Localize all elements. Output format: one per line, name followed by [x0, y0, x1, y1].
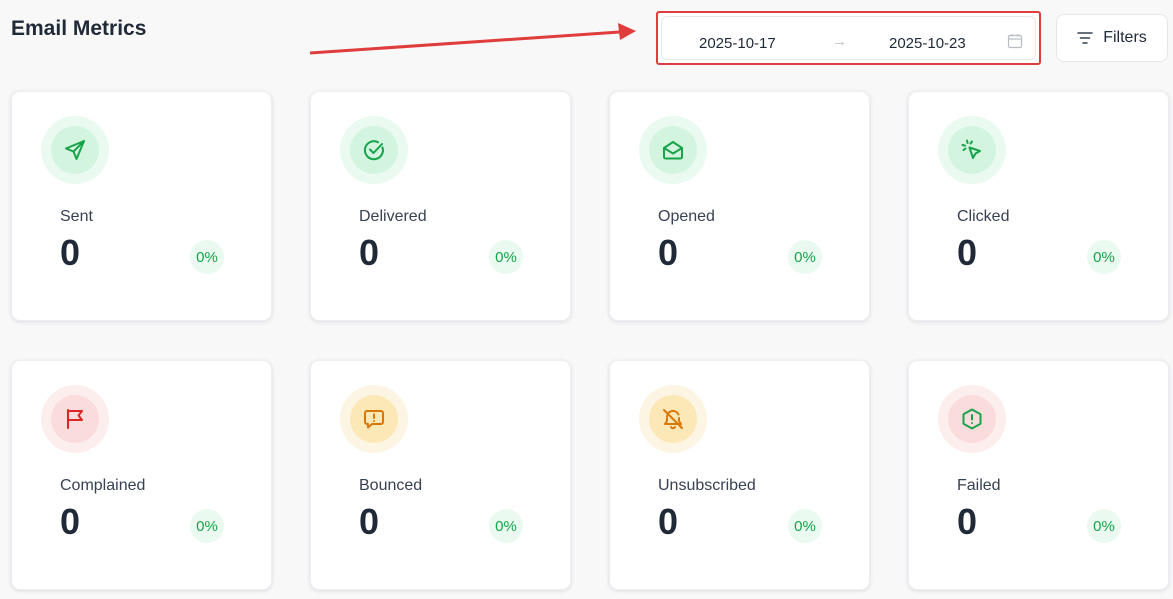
date-start-input[interactable]: 2025-10-17 [699, 35, 776, 52]
metric-value: 0 [60, 232, 81, 273]
metric-label: Clicked [957, 208, 1010, 225]
metric-card-clicked: Clicked 0 0% [908, 91, 1169, 321]
metric-card-delivered: Delivered 0 0% [310, 91, 571, 321]
metric-value: 0 [658, 501, 679, 542]
metric-label: Unsubscribed [658, 477, 756, 494]
message-alert-icon [364, 410, 384, 429]
metric-percent-badge: 0% [788, 509, 822, 543]
metric-percent-badge: 0% [489, 240, 523, 274]
date-range-field[interactable]: 2025-10-17 → 2025-10-23 [661, 16, 1036, 60]
metric-card-complained: Complained 0 0% [11, 360, 272, 590]
date-range-picker[interactable]: 2025-10-17 → 2025-10-23 [656, 11, 1041, 65]
metric-percent-badge: 0% [1087, 509, 1121, 543]
metric-value: 0 [359, 501, 380, 542]
bell-off-icon [663, 409, 683, 430]
metric-label: Opened [658, 208, 715, 225]
metric-value: 0 [957, 232, 978, 273]
metric-card-bounced: Bounced 0 0% [310, 360, 571, 590]
metric-percent-badge: 0% [1087, 240, 1121, 274]
mail-open-icon [663, 141, 683, 160]
cursor-click-icon [961, 139, 981, 159]
calendar-icon[interactable] [1007, 33, 1023, 49]
metric-card-sent: Sent 0 0% [11, 91, 272, 321]
arrow-right-icon: → [832, 33, 847, 50]
date-end-input[interactable]: 2025-10-23 [889, 35, 966, 52]
metric-label: Delivered [359, 208, 427, 225]
page-title: Email Metrics [11, 17, 147, 40]
metric-card-unsubscribed: Unsubscribed 0 0% [609, 360, 870, 590]
metric-value: 0 [658, 232, 679, 273]
metric-card-opened: Opened 0 0% [609, 91, 870, 321]
filters-button[interactable]: Filters [1056, 14, 1168, 62]
metric-value: 0 [957, 501, 978, 542]
annotation-arrow [309, 23, 636, 55]
metric-percent-badge: 0% [190, 509, 224, 543]
metric-value: 0 [359, 232, 380, 273]
send-icon [65, 140, 85, 160]
flag-icon [67, 409, 83, 429]
metric-value: 0 [60, 501, 81, 542]
metric-label: Complained [60, 477, 146, 494]
metric-label: Sent [60, 208, 93, 225]
metric-card-failed: Failed 0 0% [908, 360, 1169, 590]
filter-lines-icon [1077, 32, 1093, 44]
octagon-alert-icon [962, 408, 982, 430]
metric-label: Failed [957, 477, 1001, 494]
metric-percent-badge: 0% [788, 240, 822, 274]
metric-percent-badge: 0% [190, 240, 224, 274]
metric-label: Bounced [359, 477, 423, 494]
filters-label: Filters [1103, 29, 1147, 46]
check-circle-icon [363, 140, 384, 161]
metric-percent-badge: 0% [489, 509, 523, 543]
email-metrics-page: Email Metrics 2025-10-17 → 2025-10-23 Fi… [0, 0, 1173, 599]
